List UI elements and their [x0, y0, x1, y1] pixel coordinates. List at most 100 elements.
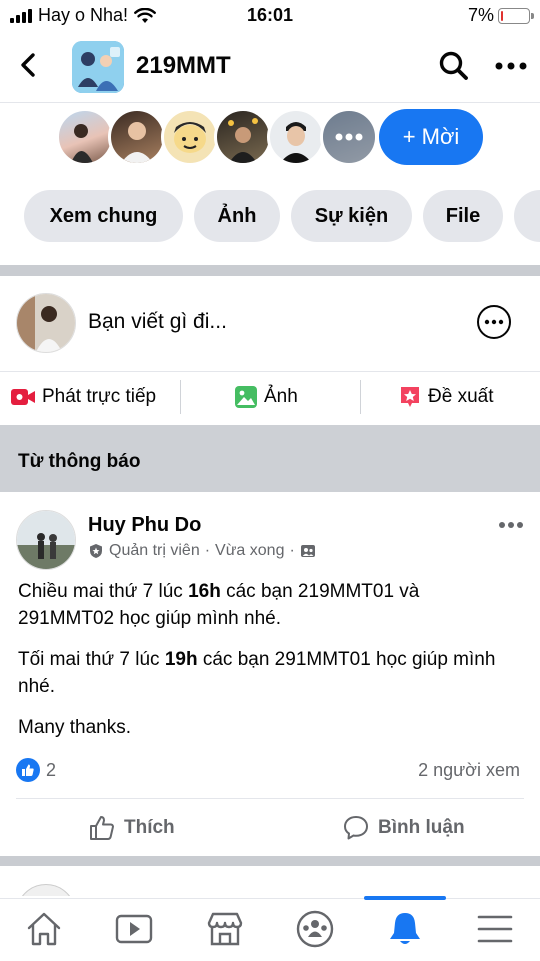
section-separator: [0, 856, 540, 866]
member-photo: [228, 118, 258, 163]
member-photo: [174, 122, 206, 153]
menu-hamburger-icon[interactable]: [475, 909, 515, 949]
battery-icon: [498, 7, 534, 24]
live-video-label: Phát trực tiếp: [42, 386, 157, 407]
post-composer: Bạn viết gì đi...: [0, 276, 540, 371]
header-divider: [0, 102, 540, 103]
tab-photos[interactable]: Ảnh: [194, 190, 280, 242]
text-bold: 19h: [164, 649, 198, 670]
tab-overview[interactable]: Xem chung: [24, 190, 183, 242]
announcements-header: Từ thông báo: [0, 425, 540, 492]
member-avatar[interactable]: [267, 108, 325, 166]
more-circle-icon[interactable]: [476, 304, 512, 340]
member-avatar[interactable]: [161, 108, 219, 166]
group-avatar[interactable]: [72, 41, 124, 93]
tab-files[interactable]: File: [423, 190, 503, 242]
group-cover-illustration: [72, 41, 124, 93]
like-button[interactable]: Thích: [88, 812, 175, 844]
next-post-peek: [0, 866, 540, 896]
live-video-icon: [11, 389, 35, 405]
text-span: Chiều mai thứ 7 lúc: [18, 581, 189, 602]
action-divider: [360, 380, 361, 414]
current-user-photo: [17, 294, 75, 352]
action-divider: [180, 380, 181, 414]
home-icon[interactable]: [24, 909, 64, 949]
view-count[interactable]: 2 người xem: [418, 760, 520, 781]
tab-label: Xem chung: [49, 204, 158, 227]
app-screen: Hay o Nha! 16:01 7% 219MMT + Mời Xem chu…: [0, 0, 540, 961]
clock: 16:01: [246, 5, 294, 25]
like-label: Thích: [124, 817, 175, 838]
post-divider: [16, 798, 524, 799]
post-paragraph: Many thanks.: [18, 717, 131, 738]
admin-badge-icon: [90, 544, 102, 558]
post-card: Huy Phu Do Quản trị viên · Vừa xong · Ch…: [0, 492, 540, 854]
member-photo: [71, 124, 93, 163]
battery-level: [501, 10, 503, 21]
photo-icon: [235, 386, 257, 408]
photo-label: Ảnh: [264, 386, 298, 407]
comment-button[interactable]: Bình luận: [342, 812, 465, 844]
like-reaction-icon: [16, 758, 40, 782]
notifications-bell-icon[interactable]: [385, 909, 425, 949]
photo-button[interactable]: Ảnh: [234, 372, 298, 422]
more-members-avatar[interactable]: [320, 108, 378, 166]
member-photo: [121, 122, 153, 163]
tab-label: Sự kiện: [314, 204, 389, 227]
section-title: Từ thông báo: [18, 451, 141, 472]
star-badge-icon: [401, 387, 419, 407]
battery-percent: 7%: [467, 5, 494, 25]
invite-button[interactable]: + Mời: [379, 109, 483, 165]
post-paragraph: Chiều mai thứ 7 lúc 16h các bạn 219MMT01…: [18, 578, 518, 632]
member-avatar[interactable]: [56, 108, 114, 166]
suggest-label: Đề xuất: [428, 386, 494, 407]
invite-label: + Mời: [402, 124, 460, 149]
member-avatar[interactable]: [108, 108, 166, 166]
group-title[interactable]: 219MMT: [136, 52, 231, 80]
member-avatar[interactable]: [214, 108, 272, 166]
member-photo: [280, 122, 312, 163]
search-icon[interactable]: [438, 50, 470, 82]
watch-video-icon[interactable]: [114, 909, 154, 949]
comment-icon: [344, 816, 368, 840]
live-video-button[interactable]: Phát trực tiếp: [10, 372, 156, 422]
groups-icon[interactable]: [295, 909, 335, 949]
tab-label: File: [445, 204, 481, 227]
suggest-button[interactable]: Đề xuất: [398, 372, 493, 422]
meta-dot: ·: [289, 542, 295, 559]
composer-prompt[interactable]: Bạn viết gì đi...: [88, 310, 227, 334]
author-photo: [17, 511, 75, 569]
composer-actions: Phát trực tiếp Ảnh Đề xuất: [0, 372, 540, 422]
like-count: 2: [46, 759, 57, 780]
next-post-avatar[interactable]: [16, 884, 76, 896]
meta-dot: ·: [204, 542, 211, 559]
group-members-audience-icon: [300, 545, 315, 557]
thumbs-up-outline-icon: [90, 816, 114, 840]
thumbs-up-icon: [22, 764, 34, 776]
post-meta: Quản trị viên · Vừa xong ·: [88, 542, 316, 560]
marketplace-icon[interactable]: [205, 909, 245, 949]
post-time[interactable]: Vừa xong: [215, 542, 284, 560]
text-span: Tối mai thứ 7 lúc: [18, 649, 165, 670]
post-paragraph: Tối mai thứ 7 lúc 19h các bạn 291MMT01 h…: [18, 646, 518, 700]
more-options-icon[interactable]: [494, 54, 528, 78]
post-more-icon[interactable]: [498, 518, 524, 532]
current-user-avatar[interactable]: [16, 293, 76, 353]
reaction-summary[interactable]: 2: [16, 758, 56, 782]
status-bar: Hay o Nha! 16:01 7%: [0, 0, 540, 30]
active-tab-indicator: [364, 896, 446, 900]
group-header: 219MMT: [0, 36, 540, 98]
bottom-navigation: [0, 896, 540, 961]
post-body: Chiều mai thứ 7 lúc 16h các bạn 219MMT01…: [18, 578, 518, 755]
tab-more[interactable]: [514, 190, 540, 242]
status-right: 7%: [467, 5, 534, 26]
post-author-role: Quản trị viên: [109, 542, 200, 559]
author-avatar[interactable]: [16, 510, 76, 570]
section-separator: [0, 265, 540, 276]
tab-events[interactable]: Sự kiện: [291, 190, 412, 242]
back-arrow-icon[interactable]: [14, 50, 44, 80]
text-bold: 16h: [188, 581, 221, 602]
post-author[interactable]: Huy Phu Do: [88, 514, 201, 537]
more-members-icon: [323, 111, 375, 163]
tab-label: Ảnh: [217, 204, 257, 227]
